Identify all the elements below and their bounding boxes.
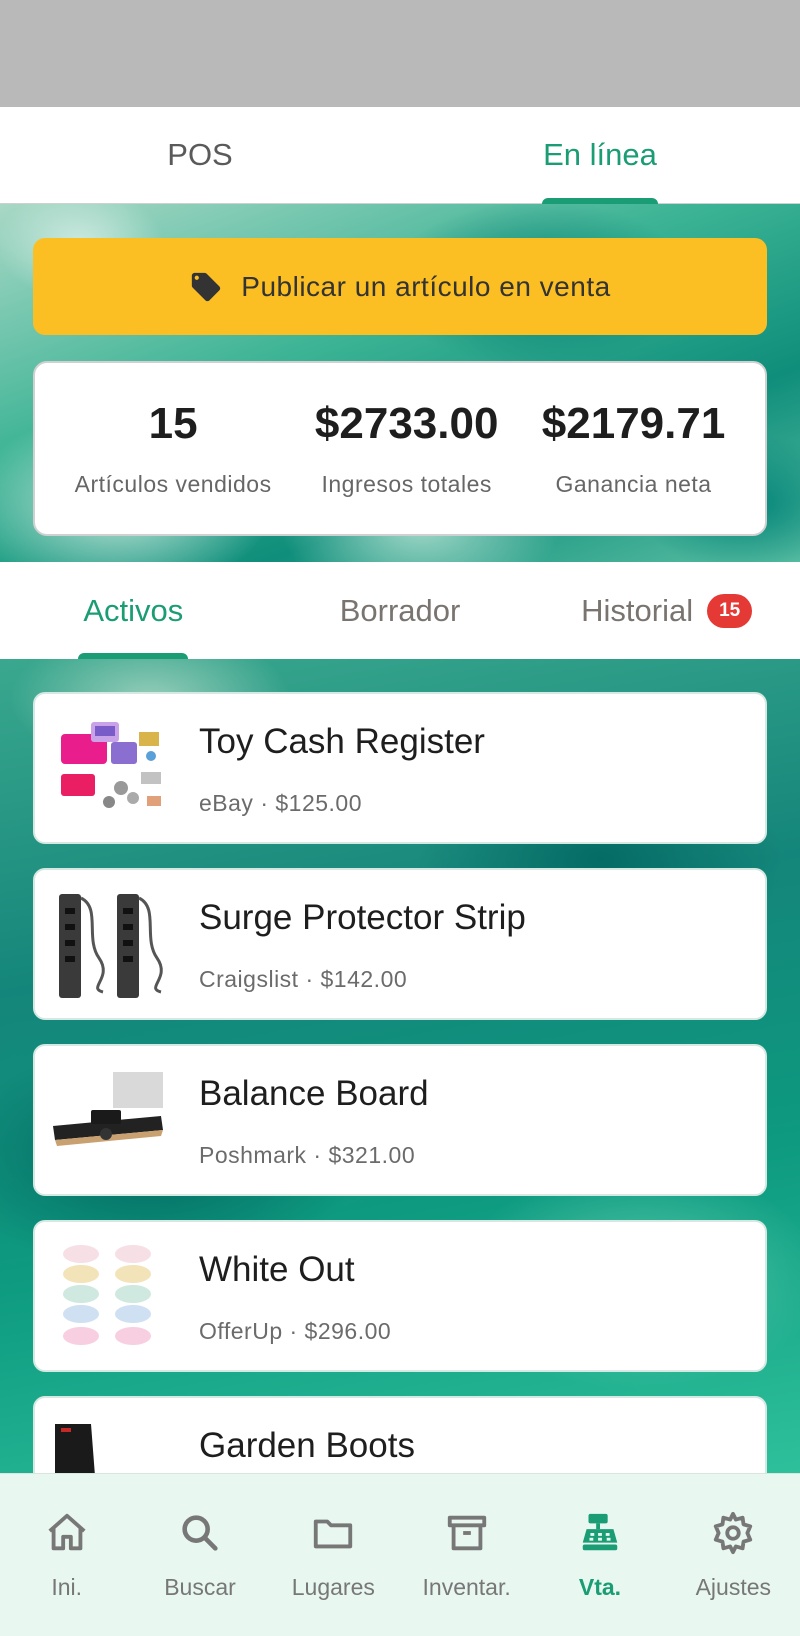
stat-net-profit: $2179.71 Ganancia neta [542,399,726,498]
nav-settings[interactable]: Ajustes [667,1474,800,1636]
listing-item[interactable]: Balance Board Poshmark · $321.00 [33,1044,767,1196]
nav-label: Ini. [51,1574,82,1600]
listing-meta: eBay · $125.00 [199,790,363,816]
listing-item[interactable]: Toy Cash Register eBay · $125.00 [33,692,767,844]
folder-icon [314,1519,353,1549]
listing-item[interactable]: White Out OfferUp · $296.00 [33,1220,767,1372]
listing-meta: Poshmark · $321.00 [199,1142,416,1168]
stat-caption: Ingresos totales [321,471,492,497]
stat-caption: Ganancia neta [555,471,712,497]
search-icon [182,1515,218,1551]
tab-activos-label: Activos [83,592,184,628]
stat-value: 15 [148,399,198,448]
stat-total-revenue: $2733.00 Ingresos totales [315,399,499,498]
tab-pos[interactable]: POS [0,107,400,203]
nav-label: Ajustes [695,1574,772,1600]
stat-caption: Artículos vendidos [74,471,272,497]
bottom-nav: Ini. Buscar Lugares Inventar. Vta. Ajust… [0,1473,800,1636]
toy-cash-register-image [51,712,167,826]
nav-label: Vta. [578,1574,622,1600]
status-bar [0,0,800,107]
tab-borrador[interactable]: Borrador [267,562,534,659]
nav-sales[interactable]: Vta. [533,1474,666,1636]
white-out-image [51,1240,167,1354]
tab-borrador-label: Borrador [339,592,461,628]
stat-value: $2733.00 [314,399,499,448]
nav-label: Lugares [291,1574,375,1600]
tab-en-linea[interactable]: En línea [400,107,800,204]
nav-label: Buscar [164,1574,236,1600]
tab-historial[interactable]: Historial 15 [533,562,800,659]
publish-item-button[interactable]: Publicar un artículo en venta [33,238,767,335]
balance-board-image [51,1064,167,1178]
listing-meta: OfferUp · $296.00 [199,1318,392,1344]
nav-search[interactable]: Buscar [133,1474,266,1636]
historial-count-badge: 15 [707,593,753,628]
tab-activos[interactable]: Activos [0,562,267,659]
home-icon [48,1513,86,1551]
listing-tabs: Activos Borrador Historial 15 [0,562,800,659]
tab-pos-label: POS [167,137,233,172]
register-icon [582,1513,618,1551]
tag-icon [192,272,221,301]
listing-title: Surge Protector Strip [199,898,526,937]
listing-title: White Out [199,1250,355,1289]
tab-en-linea-label: En línea [543,137,657,172]
listing-list: Toy Cash Register eBay · $125.00 Surge P… [33,692,767,1572]
listing-meta: Craigslist · $142.00 [199,966,408,992]
archive-icon [447,1515,486,1551]
stats-card: 15 Artículos vendidos $2733.00 Ingresos … [33,361,767,536]
nav-label: Inventar. [422,1574,511,1600]
listing-item[interactable]: Surge Protector Strip Craigslist · $142.… [33,868,767,1020]
listing-title: Balance Board [199,1074,429,1113]
nav-home[interactable]: Ini. [0,1474,133,1636]
stat-items-sold: 15 Artículos vendidos [75,399,272,498]
surge-protector-image [51,888,167,1002]
nav-places[interactable]: Lugares [267,1474,400,1636]
tab-historial-label: Historial [581,592,694,628]
listing-title: Garden Boots [199,1426,415,1465]
publish-item-label: Publicar un artículo en venta [241,270,611,302]
nav-inventory[interactable]: Inventar. [400,1474,533,1636]
listing-title: Toy Cash Register [199,722,485,761]
stat-value: $2179.71 [541,399,726,448]
top-tabs: POS En línea [0,107,800,204]
gear-icon [714,1511,753,1555]
